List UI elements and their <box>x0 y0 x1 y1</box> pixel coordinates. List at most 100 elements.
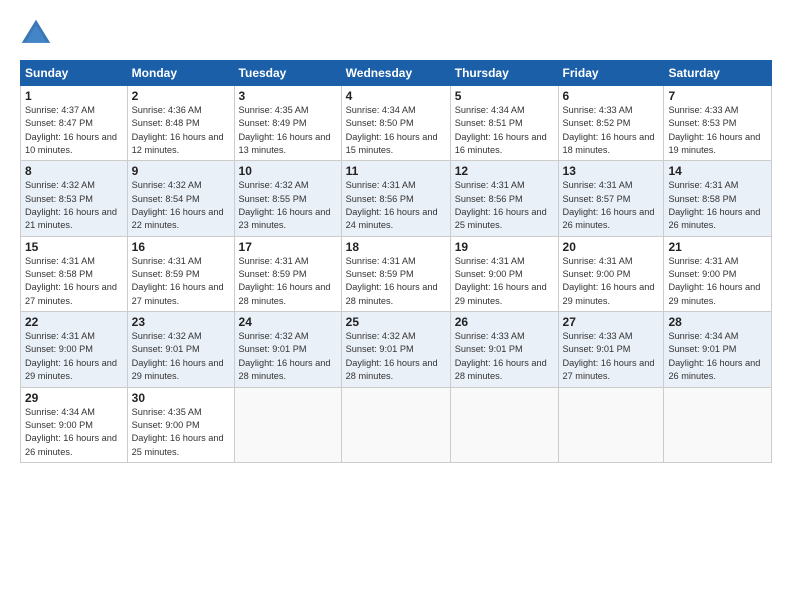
day-info: Sunrise: 4:31 AMSunset: 8:58 PMDaylight:… <box>25 255 123 308</box>
day-info: Sunrise: 4:31 AMSunset: 9:00 PMDaylight:… <box>455 255 554 308</box>
day-number: 5 <box>455 89 554 103</box>
day-number: 14 <box>668 164 767 178</box>
day-info: Sunrise: 4:31 AMSunset: 8:56 PMDaylight:… <box>455 179 554 232</box>
calendar-day-cell: 8Sunrise: 4:32 AMSunset: 8:53 PMDaylight… <box>21 161 128 236</box>
day-info: Sunrise: 4:31 AMSunset: 8:58 PMDaylight:… <box>668 179 767 232</box>
calendar-week-row: 15Sunrise: 4:31 AMSunset: 8:58 PMDayligh… <box>21 236 772 311</box>
day-info: Sunrise: 4:32 AMSunset: 8:55 PMDaylight:… <box>239 179 337 232</box>
day-number: 24 <box>239 315 337 329</box>
day-info: Sunrise: 4:35 AMSunset: 9:00 PMDaylight:… <box>132 406 230 459</box>
calendar-header-tuesday: Tuesday <box>234 61 341 86</box>
calendar-day-cell: 30Sunrise: 4:35 AMSunset: 9:00 PMDayligh… <box>127 387 234 462</box>
day-info: Sunrise: 4:34 AMSunset: 8:51 PMDaylight:… <box>455 104 554 157</box>
day-info: Sunrise: 4:33 AMSunset: 9:01 PMDaylight:… <box>563 330 660 383</box>
day-info: Sunrise: 4:34 AMSunset: 8:50 PMDaylight:… <box>346 104 446 157</box>
calendar-day-cell: 22Sunrise: 4:31 AMSunset: 9:00 PMDayligh… <box>21 312 128 387</box>
day-number: 8 <box>25 164 123 178</box>
day-number: 30 <box>132 391 230 405</box>
day-info: Sunrise: 4:31 AMSunset: 9:00 PMDaylight:… <box>668 255 767 308</box>
day-number: 18 <box>346 240 446 254</box>
calendar-day-cell: 25Sunrise: 4:32 AMSunset: 9:01 PMDayligh… <box>341 312 450 387</box>
day-number: 13 <box>563 164 660 178</box>
calendar-day-cell: 27Sunrise: 4:33 AMSunset: 9:01 PMDayligh… <box>558 312 664 387</box>
calendar-day-cell: 5Sunrise: 4:34 AMSunset: 8:51 PMDaylight… <box>450 86 558 161</box>
day-number: 29 <box>25 391 123 405</box>
day-number: 10 <box>239 164 337 178</box>
day-number: 22 <box>25 315 123 329</box>
day-info: Sunrise: 4:35 AMSunset: 8:49 PMDaylight:… <box>239 104 337 157</box>
calendar-day-cell: 11Sunrise: 4:31 AMSunset: 8:56 PMDayligh… <box>341 161 450 236</box>
calendar-header-row: SundayMondayTuesdayWednesdayThursdayFrid… <box>21 61 772 86</box>
day-info: Sunrise: 4:34 AMSunset: 9:00 PMDaylight:… <box>25 406 123 459</box>
day-number: 3 <box>239 89 337 103</box>
calendar-day-cell: 10Sunrise: 4:32 AMSunset: 8:55 PMDayligh… <box>234 161 341 236</box>
calendar-header-wednesday: Wednesday <box>341 61 450 86</box>
calendar-day-cell: 1Sunrise: 4:37 AMSunset: 8:47 PMDaylight… <box>21 86 128 161</box>
day-info: Sunrise: 4:31 AMSunset: 8:56 PMDaylight:… <box>346 179 446 232</box>
calendar-day-cell: 15Sunrise: 4:31 AMSunset: 8:58 PMDayligh… <box>21 236 128 311</box>
calendar-day-cell <box>341 387 450 462</box>
calendar-header-friday: Friday <box>558 61 664 86</box>
day-info: Sunrise: 4:32 AMSunset: 9:01 PMDaylight:… <box>132 330 230 383</box>
day-number: 1 <box>25 89 123 103</box>
calendar-day-cell: 7Sunrise: 4:33 AMSunset: 8:53 PMDaylight… <box>664 86 772 161</box>
calendar-day-cell <box>234 387 341 462</box>
day-number: 25 <box>346 315 446 329</box>
calendar-day-cell <box>450 387 558 462</box>
calendar-week-row: 8Sunrise: 4:32 AMSunset: 8:53 PMDaylight… <box>21 161 772 236</box>
day-info: Sunrise: 4:31 AMSunset: 8:57 PMDaylight:… <box>563 179 660 232</box>
calendar-day-cell: 14Sunrise: 4:31 AMSunset: 8:58 PMDayligh… <box>664 161 772 236</box>
calendar-header-saturday: Saturday <box>664 61 772 86</box>
calendar-day-cell: 28Sunrise: 4:34 AMSunset: 9:01 PMDayligh… <box>664 312 772 387</box>
calendar-week-row: 29Sunrise: 4:34 AMSunset: 9:00 PMDayligh… <box>21 387 772 462</box>
day-number: 9 <box>132 164 230 178</box>
calendar-day-cell: 19Sunrise: 4:31 AMSunset: 9:00 PMDayligh… <box>450 236 558 311</box>
day-info: Sunrise: 4:31 AMSunset: 8:59 PMDaylight:… <box>346 255 446 308</box>
calendar-day-cell: 12Sunrise: 4:31 AMSunset: 8:56 PMDayligh… <box>450 161 558 236</box>
day-info: Sunrise: 4:31 AMSunset: 9:00 PMDaylight:… <box>563 255 660 308</box>
logo <box>20 18 58 50</box>
day-number: 20 <box>563 240 660 254</box>
day-info: Sunrise: 4:36 AMSunset: 8:48 PMDaylight:… <box>132 104 230 157</box>
day-number: 11 <box>346 164 446 178</box>
calendar-day-cell: 24Sunrise: 4:32 AMSunset: 9:01 PMDayligh… <box>234 312 341 387</box>
calendar-table: SundayMondayTuesdayWednesdayThursdayFrid… <box>20 60 772 463</box>
day-number: 28 <box>668 315 767 329</box>
day-number: 7 <box>668 89 767 103</box>
day-info: Sunrise: 4:33 AMSunset: 8:52 PMDaylight:… <box>563 104 660 157</box>
day-number: 17 <box>239 240 337 254</box>
calendar-day-cell: 3Sunrise: 4:35 AMSunset: 8:49 PMDaylight… <box>234 86 341 161</box>
calendar-day-cell: 26Sunrise: 4:33 AMSunset: 9:01 PMDayligh… <box>450 312 558 387</box>
day-info: Sunrise: 4:32 AMSunset: 9:01 PMDaylight:… <box>239 330 337 383</box>
calendar-day-cell: 4Sunrise: 4:34 AMSunset: 8:50 PMDaylight… <box>341 86 450 161</box>
day-number: 19 <box>455 240 554 254</box>
calendar-day-cell: 13Sunrise: 4:31 AMSunset: 8:57 PMDayligh… <box>558 161 664 236</box>
calendar-header-sunday: Sunday <box>21 61 128 86</box>
calendar-day-cell: 21Sunrise: 4:31 AMSunset: 9:00 PMDayligh… <box>664 236 772 311</box>
logo-icon <box>20 18 52 50</box>
day-info: Sunrise: 4:33 AMSunset: 9:01 PMDaylight:… <box>455 330 554 383</box>
calendar-day-cell: 18Sunrise: 4:31 AMSunset: 8:59 PMDayligh… <box>341 236 450 311</box>
calendar-week-row: 22Sunrise: 4:31 AMSunset: 9:00 PMDayligh… <box>21 312 772 387</box>
day-info: Sunrise: 4:31 AMSunset: 8:59 PMDaylight:… <box>132 255 230 308</box>
calendar-day-cell: 16Sunrise: 4:31 AMSunset: 8:59 PMDayligh… <box>127 236 234 311</box>
day-number: 4 <box>346 89 446 103</box>
calendar-day-cell <box>558 387 664 462</box>
day-info: Sunrise: 4:32 AMSunset: 8:54 PMDaylight:… <box>132 179 230 232</box>
day-number: 15 <box>25 240 123 254</box>
day-info: Sunrise: 4:33 AMSunset: 8:53 PMDaylight:… <box>668 104 767 157</box>
day-info: Sunrise: 4:31 AMSunset: 8:59 PMDaylight:… <box>239 255 337 308</box>
day-info: Sunrise: 4:34 AMSunset: 9:01 PMDaylight:… <box>668 330 767 383</box>
day-number: 2 <box>132 89 230 103</box>
day-number: 16 <box>132 240 230 254</box>
day-info: Sunrise: 4:37 AMSunset: 8:47 PMDaylight:… <box>25 104 123 157</box>
day-number: 23 <box>132 315 230 329</box>
day-number: 12 <box>455 164 554 178</box>
page: SundayMondayTuesdayWednesdayThursdayFrid… <box>0 0 792 612</box>
calendar-day-cell: 23Sunrise: 4:32 AMSunset: 9:01 PMDayligh… <box>127 312 234 387</box>
day-info: Sunrise: 4:32 AMSunset: 8:53 PMDaylight:… <box>25 179 123 232</box>
calendar-day-cell: 29Sunrise: 4:34 AMSunset: 9:00 PMDayligh… <box>21 387 128 462</box>
calendar-week-row: 1Sunrise: 4:37 AMSunset: 8:47 PMDaylight… <box>21 86 772 161</box>
calendar-day-cell: 17Sunrise: 4:31 AMSunset: 8:59 PMDayligh… <box>234 236 341 311</box>
calendar-day-cell: 9Sunrise: 4:32 AMSunset: 8:54 PMDaylight… <box>127 161 234 236</box>
